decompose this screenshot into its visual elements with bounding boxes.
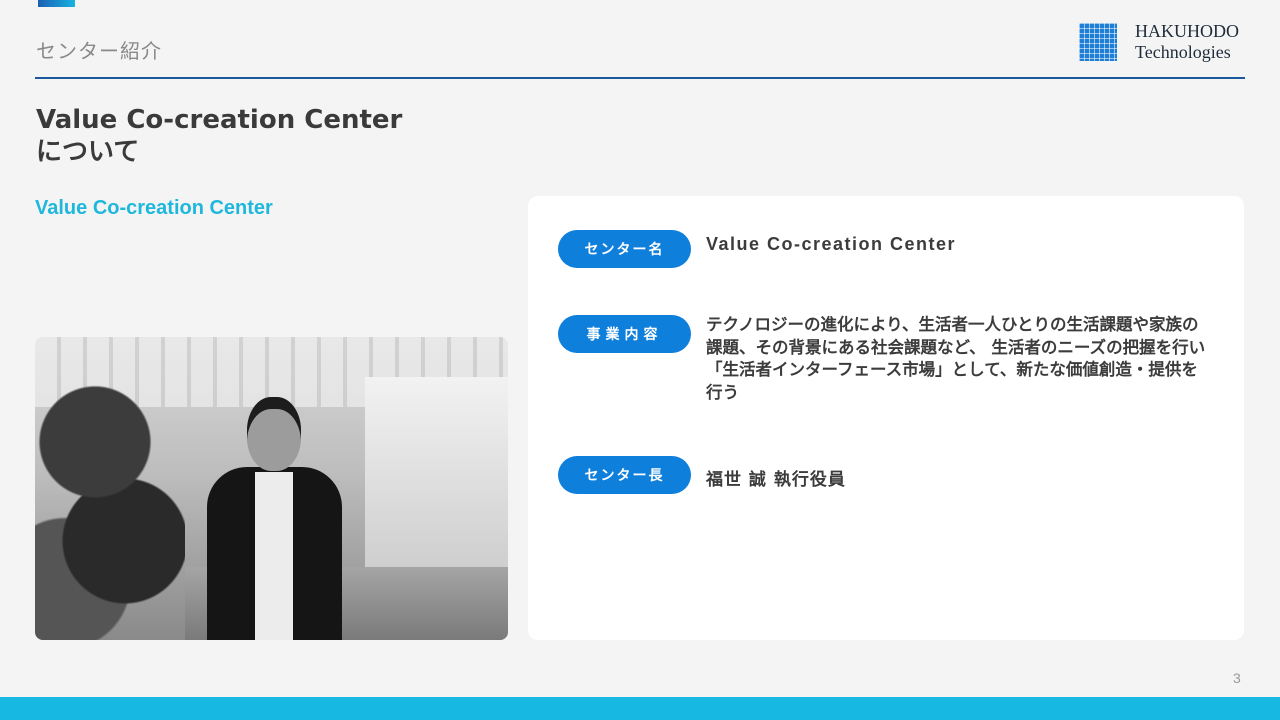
photo-person-head: [247, 397, 301, 471]
page-title-line-1: Value Co-creation Center: [36, 105, 403, 135]
value-center-head: 福世 誠 執行役員: [706, 470, 846, 490]
logo-line-2: Technologies: [1135, 42, 1231, 62]
top-accent-bar: [38, 0, 75, 7]
label-business: 事業内容: [558, 315, 691, 353]
photo-person-shirt: [255, 472, 293, 640]
center-subtitle: Value Co-creation Center: [35, 197, 273, 219]
label-center-head: センター長: [558, 456, 691, 494]
label-center-name: センター名: [558, 230, 691, 268]
page-number: 3: [1233, 670, 1241, 686]
footer-bar: [0, 697, 1280, 720]
page-title: Value Co-creation Center について: [36, 104, 402, 168]
value-business: テクノロジーの進化により、生活者一人ひとりの生活課題や家族の課題、その背景にある…: [706, 315, 1206, 402]
page-title-line-2: について: [36, 137, 140, 167]
logo-wordmark: HAKUHODO Technologies: [1135, 21, 1239, 63]
company-logo: HAKUHODO Technologies: [1079, 21, 1239, 63]
logo-line-1: HAKUHODO: [1135, 21, 1239, 41]
header-divider: [35, 77, 1245, 79]
section-label: センター紹介: [36, 39, 162, 63]
center-director-photo: [35, 337, 508, 640]
logo-grid-icon: [1079, 23, 1117, 61]
value-center-name: Value Co-creation Center: [706, 234, 957, 254]
photo-plants: [35, 357, 185, 640]
photo-window: [365, 377, 508, 597]
